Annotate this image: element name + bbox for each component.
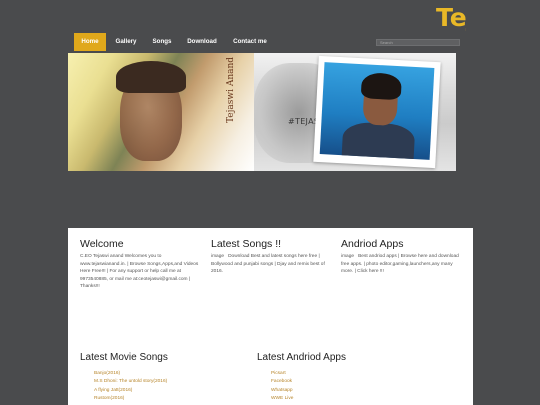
main-nav: Home Gallery Songs Download Contact me S…: [68, 33, 462, 51]
content-panel: Welcome C.EO Tejaswi anand Welcomes you …: [68, 228, 473, 405]
welcome-title: Welcome: [80, 238, 124, 250]
latest-apps-section: Latest Andriod Apps Picsart Facebook Wha…: [257, 352, 427, 404]
app-link[interactable]: WWE Live: [271, 395, 427, 403]
framed-photo: [313, 55, 441, 169]
movie-song-link[interactable]: A flying Jatt(2016): [94, 387, 250, 395]
nav-home[interactable]: Home: [74, 33, 106, 51]
android-apps-text: image Best andriod apps | Browse here an…: [341, 253, 461, 276]
nav-download[interactable]: Download: [182, 33, 222, 51]
broken-image-icon: image: [211, 254, 225, 259]
broken-image-icon: image: [341, 254, 355, 259]
banner-photo-left: Tejaswi Anand: [68, 53, 254, 171]
welcome-section: Welcome C.EO Tejaswi anand Welcomes you …: [80, 238, 200, 291]
app-link[interactable]: Picsart: [271, 370, 427, 378]
portrait-hair: [116, 61, 186, 93]
nav-gallery[interactable]: Gallery: [110, 33, 142, 51]
banner-photo-right: #TEJASWI ANAND: [254, 53, 456, 171]
latest-songs-title[interactable]: Latest Songs !!: [211, 238, 331, 250]
photo-image: [319, 62, 435, 160]
latest-songs-section: Latest Songs !! image Download Best and …: [211, 238, 331, 276]
latest-apps-title: Latest Andriod Apps: [257, 352, 346, 363]
app-link[interactable]: Facebook: [271, 378, 427, 386]
movie-songs-title: Latest Movie Songs: [80, 352, 168, 363]
nav-songs[interactable]: Songs: [146, 33, 178, 51]
photo-body: [341, 121, 416, 160]
movie-songs-section: Latest Movie Songs Banjo(2016) M.S Dhoni…: [80, 352, 250, 404]
android-apps-title[interactable]: Andriod Apps: [341, 238, 461, 250]
banner-vertical-text: Tejaswi Anand: [226, 56, 236, 123]
latest-songs-text: image Download Best and latest songs her…: [211, 253, 331, 276]
search-input[interactable]: Search: [376, 39, 460, 46]
movie-song-link[interactable]: Banjo(2016): [94, 370, 250, 378]
app-link[interactable]: Whatsapp: [271, 387, 427, 395]
photo-hair: [360, 72, 403, 101]
latest-apps-list: Picsart Facebook Whatsapp WWE Live: [257, 370, 427, 404]
welcome-text: C.EO Tejaswi anand Welcomes you to www.t…: [80, 254, 199, 290]
android-apps-section: Andriod Apps image Best andriod apps | B…: [341, 238, 461, 276]
movie-songs-list: Banjo(2016) M.S Dhoni: The untold story(…: [80, 370, 250, 404]
android-apps-body: Best andriod apps | Browse here and down…: [341, 254, 459, 275]
movie-song-link[interactable]: M.S Dhoni: The untold story(2016): [94, 378, 250, 386]
site-title[interactable]: Tejaswi: [436, 3, 466, 32]
latest-songs-body: Download Best and latest songs here free…: [211, 254, 325, 275]
hero-banner: Tejaswi Anand #TEJASWI ANAND: [68, 53, 456, 171]
nav-contact[interactable]: Contact me: [228, 33, 272, 51]
movie-song-link[interactable]: Rustom(2016): [94, 395, 250, 403]
